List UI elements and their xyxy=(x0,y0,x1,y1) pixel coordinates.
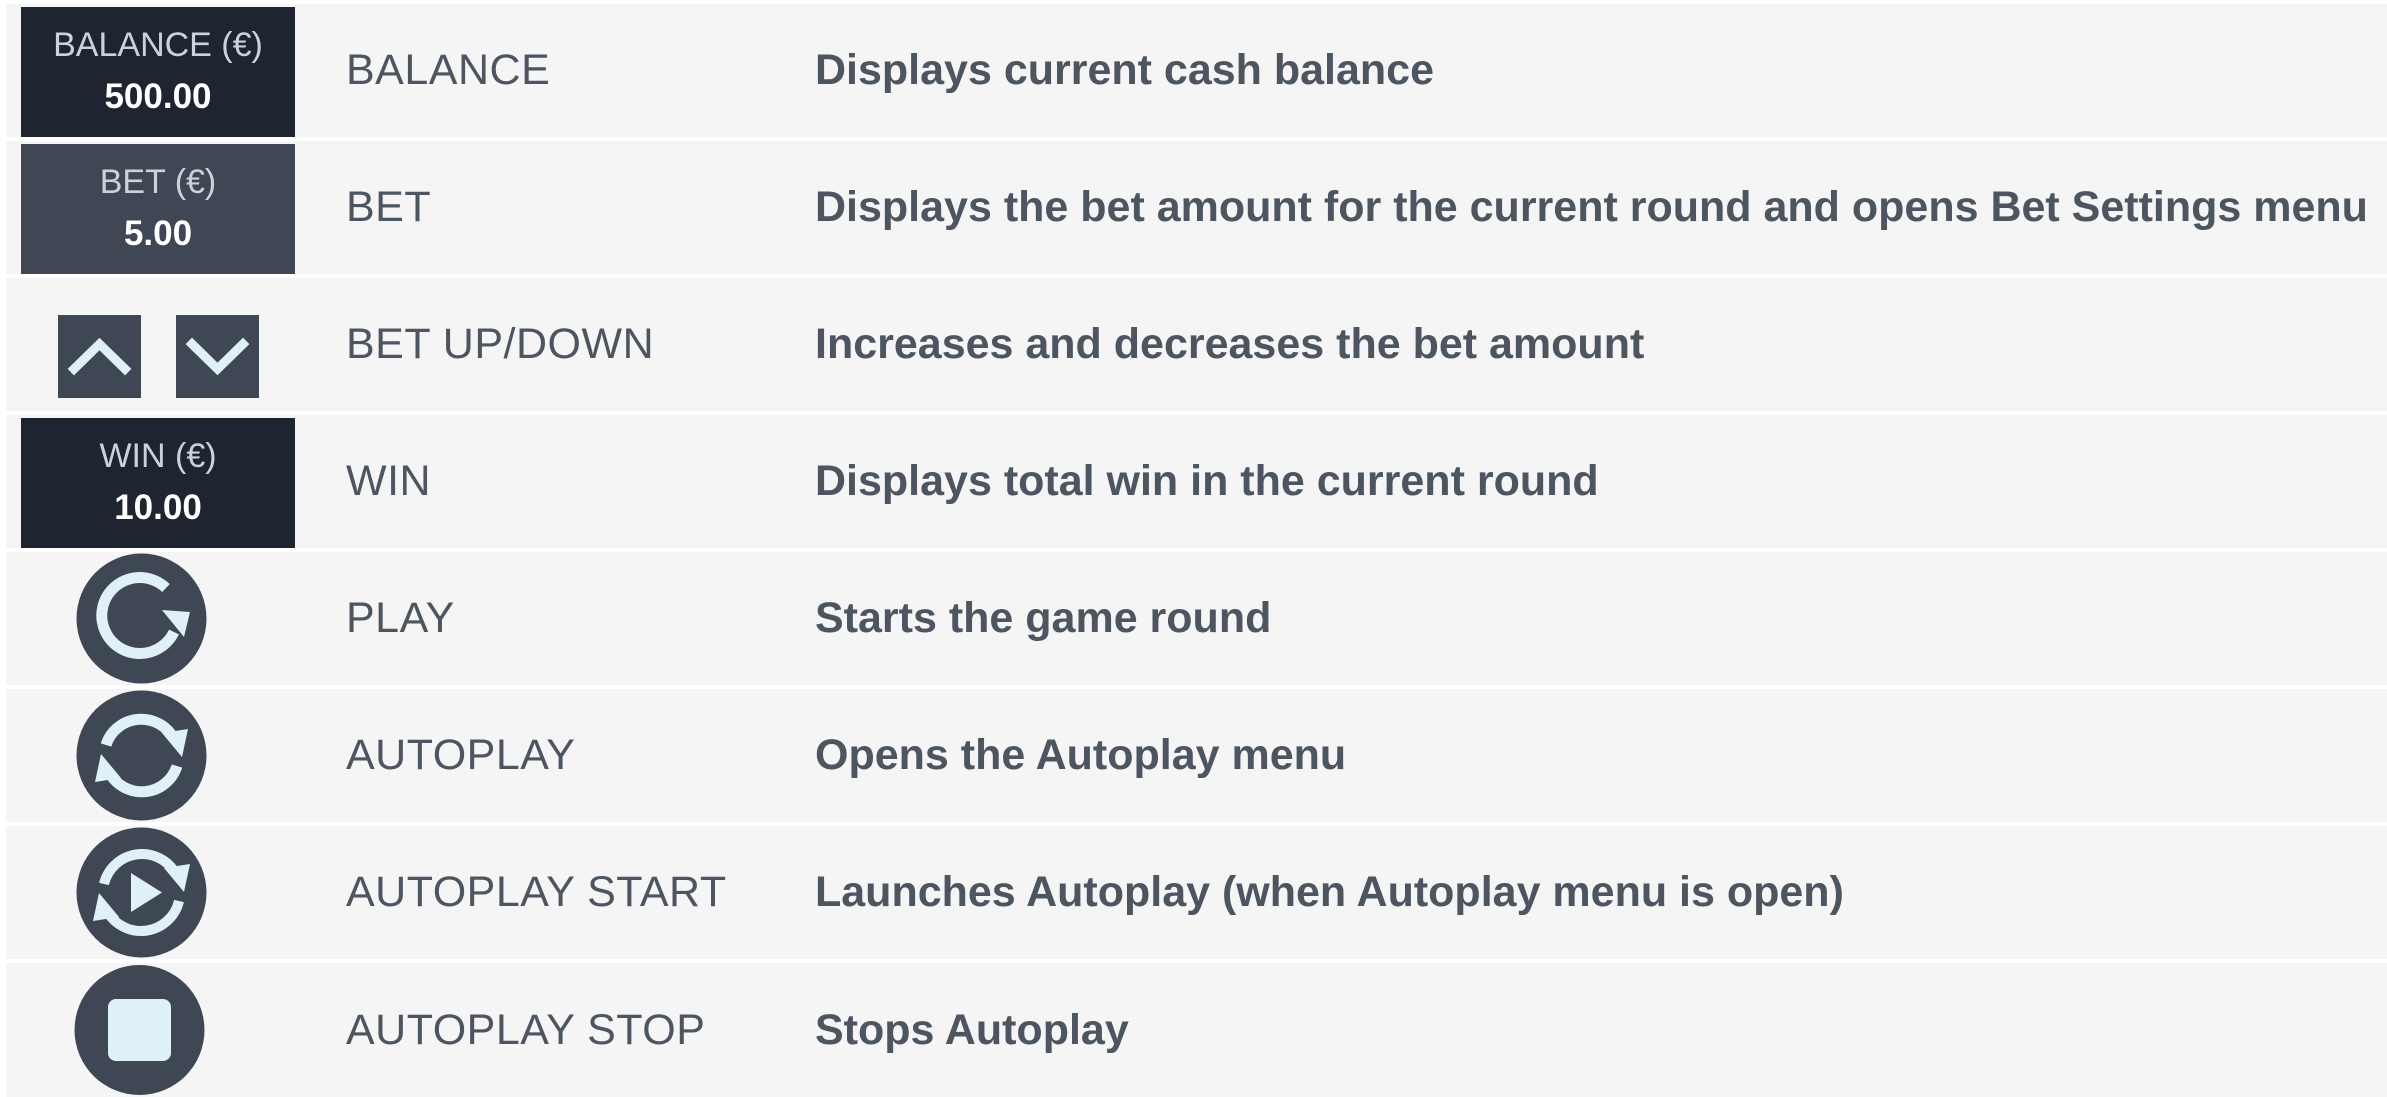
table-row-autoplay-stop: AUTOPLAY STOP Stops Autoplay xyxy=(6,963,2387,1097)
control-description-play: Starts the game round xyxy=(815,594,1272,642)
icon-cell xyxy=(6,689,296,822)
bet-display[interactable]: BET (€) 5.00 xyxy=(21,144,295,274)
win-display-label: WIN (€) xyxy=(99,437,217,475)
chevron-down-icon xyxy=(185,337,250,376)
table-row-balance: BALANCE (€) 500.00 BALANCE Displays curr… xyxy=(6,4,2387,137)
icon-cell xyxy=(6,963,296,1097)
icon-cell: WIN (€) 10.00 xyxy=(6,415,296,548)
bet-down-button[interactable] xyxy=(176,315,259,398)
bet-up-button[interactable] xyxy=(58,315,141,398)
table-row-win: WIN (€) 10.00 WIN Displays total win in … xyxy=(6,415,2387,548)
win-display: WIN (€) 10.00 xyxy=(21,418,295,548)
icon-cell xyxy=(6,278,296,411)
control-description-bet-up-down: Increases and decreases the bet amount xyxy=(815,320,1645,368)
control-description-win: Displays total win in the current round xyxy=(815,457,1599,505)
table-row-bet: BET (€) 5.00 BET Displays the bet amount… xyxy=(6,141,2387,274)
table-row-autoplay-start: AUTOPLAY START Launches Autoplay (when A… xyxy=(6,826,2387,959)
autoplay-button[interactable] xyxy=(74,689,209,822)
table-row-bet-up-down: BET UP/DOWN Increases and decreases the … xyxy=(6,278,2387,411)
control-name-autoplay-stop: AUTOPLAY STOP xyxy=(346,1005,706,1054)
balance-display-value: 500.00 xyxy=(104,77,212,116)
control-description-autoplay-stop: Stops Autoplay xyxy=(815,1005,1129,1054)
control-name-bet-up-down: BET UP/DOWN xyxy=(346,320,655,368)
bet-display-label: BET (€) xyxy=(99,163,217,201)
table-row-play: PLAY Starts the game round xyxy=(6,552,2387,685)
control-description-balance: Displays current cash balance xyxy=(815,46,1435,94)
control-name-play: PLAY xyxy=(346,594,455,642)
autoplay-start-button[interactable] xyxy=(74,826,209,959)
bet-display-value: 5.00 xyxy=(123,214,193,253)
autoplay-icon xyxy=(76,690,207,821)
play-button[interactable] xyxy=(74,552,209,685)
control-name-win: WIN xyxy=(346,457,432,505)
autoplay-stop-button[interactable] xyxy=(72,963,207,1096)
chevron-up-icon xyxy=(67,337,132,376)
controls-reference-table: BALANCE (€) 500.00 BALANCE Displays curr… xyxy=(6,4,2387,1097)
table-row-autoplay: AUTOPLAY Opens the Autoplay menu xyxy=(6,689,2387,822)
icon-cell: BET (€) 5.00 xyxy=(6,141,296,274)
icon-cell xyxy=(6,552,296,685)
control-description-autoplay: Opens the Autoplay menu xyxy=(815,731,1347,779)
autoplay-stop-icon xyxy=(74,965,205,1095)
play-spin-icon xyxy=(76,553,207,684)
control-name-bet: BET xyxy=(346,183,432,231)
control-name-autoplay: AUTOPLAY xyxy=(346,731,576,779)
control-description-bet: Displays the bet amount for the current … xyxy=(815,183,2368,231)
balance-display: BALANCE (€) 500.00 xyxy=(21,7,295,137)
autoplay-start-icon xyxy=(76,827,207,958)
win-display-value: 10.00 xyxy=(114,488,202,527)
balance-display-label: BALANCE (€) xyxy=(53,26,263,64)
control-name-autoplay-start: AUTOPLAY START xyxy=(346,868,727,916)
control-name-balance: BALANCE xyxy=(346,46,551,94)
control-description-autoplay-start: Launches Autoplay (when Autoplay menu is… xyxy=(815,868,1844,916)
icon-cell: BALANCE (€) 500.00 xyxy=(6,4,296,137)
icon-cell xyxy=(6,826,296,959)
